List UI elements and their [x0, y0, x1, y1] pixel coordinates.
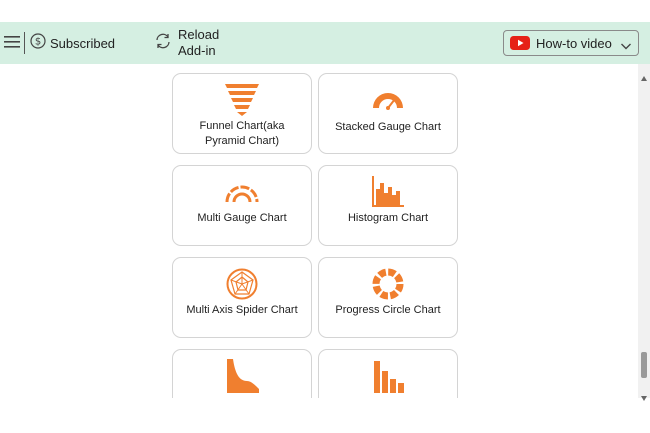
card-label: Multi Axis Spider Chart — [186, 304, 298, 316]
spider-chart-icon — [226, 268, 258, 305]
how-to-video-dropdown[interactable]: How-to video — [503, 30, 639, 56]
reload-label: Reload Add-in — [178, 27, 219, 59]
hamburger-icon[interactable] — [4, 34, 20, 50]
bar-chart-icon — [371, 359, 405, 398]
card-label: Stacked Gauge Chart — [335, 121, 441, 133]
vertical-scrollbar[interactable] — [638, 64, 650, 401]
card-label: Funnel Chart(aka Pyramid Chart) — [199, 120, 285, 147]
card-label: Multi Gauge Chart — [197, 212, 287, 224]
reload-addin-button[interactable]: Reload Add-in — [154, 26, 219, 60]
reload-label-line1: Reload — [178, 27, 220, 42]
youtube-icon — [510, 36, 530, 50]
toolbar-divider — [24, 32, 25, 54]
card-label: Histogram Chart — [347, 212, 429, 224]
card-stacked-gauge-chart[interactable]: Stacked Gauge Chart — [318, 73, 458, 154]
subscription-label: Subscribed — [50, 35, 116, 51]
card-multi-axis-spider-chart[interactable]: Multi Axis Spider Chart — [172, 257, 312, 338]
area-chart-icon — [225, 359, 259, 398]
svg-text:$: $ — [35, 36, 41, 47]
scroll-down-arrow-icon[interactable] — [641, 388, 647, 406]
chevron-down-icon — [620, 38, 632, 56]
dollar-circle-icon: $ — [30, 32, 46, 54]
card-label: Progress Circle Chart — [335, 304, 441, 316]
multi-gauge-icon — [225, 183, 259, 208]
reload-label-line2: Add-in — [178, 43, 216, 58]
scrollbar-thumb[interactable] — [641, 352, 647, 378]
card-area-chart[interactable] — [172, 349, 312, 398]
scroll-up-arrow-icon[interactable] — [641, 68, 647, 86]
stacked-gauge-icon — [371, 90, 405, 115]
card-progress-circle-chart[interactable]: Progress Circle Chart — [318, 257, 458, 338]
card-bar-chart[interactable] — [318, 349, 458, 398]
card-funnel-chart[interactable]: Funnel Chart(aka Pyramid Chart) — [172, 73, 312, 154]
card-multi-gauge-chart[interactable]: Multi Gauge Chart — [172, 165, 312, 246]
refresh-icon — [154, 32, 172, 55]
progress-circle-icon — [372, 268, 404, 305]
subscription-status: $ Subscribed — [30, 32, 116, 54]
card-histogram-chart[interactable]: Histogram Chart — [318, 165, 458, 246]
chart-gallery: Funnel Chart(aka Pyramid Chart) Stacked … — [0, 64, 650, 398]
funnel-chart-icon — [225, 84, 259, 121]
histogram-icon — [371, 175, 405, 214]
toolbar: $ Subscribed Reload Add-in How-to video — [0, 22, 650, 64]
how-to-video-label: How-to video — [536, 35, 612, 51]
